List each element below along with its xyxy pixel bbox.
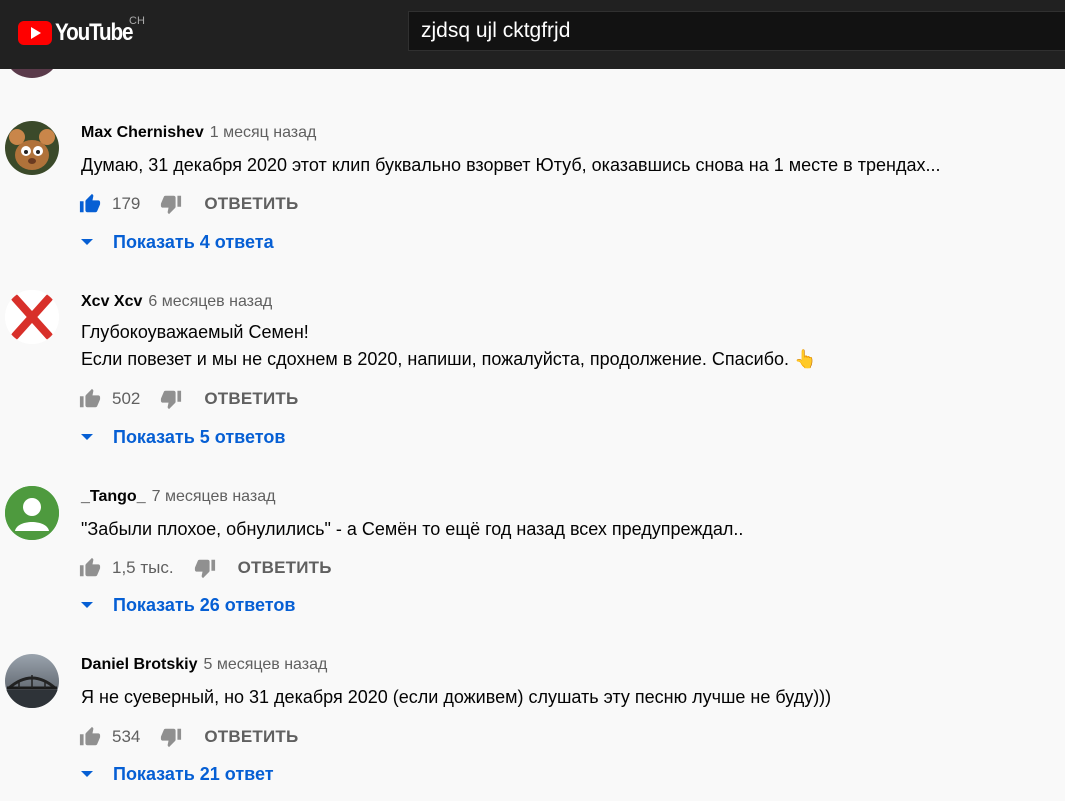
comment-time[interactable]: 1 месяц назад	[210, 124, 317, 141]
comment-line: Если повезет и мы не сдохнем в 2020, нап…	[81, 349, 817, 369]
reply-button[interactable]: ОТВЕТИТЬ	[204, 389, 298, 409]
show-replies-label: Показать 5 ответов	[113, 426, 286, 447]
chevron-down-icon	[81, 771, 93, 777]
comment-text: "Забыли плохое, обнулились" - а Семён то…	[81, 516, 743, 542]
thumbs-down-icon[interactable]	[160, 388, 182, 410]
thumbs-down-icon[interactable]	[160, 726, 182, 748]
show-replies-label: Показать 21 ответ	[113, 763, 274, 784]
author-name[interactable]: _Tango_	[81, 488, 146, 505]
thumbs-up-icon[interactable]	[79, 557, 101, 579]
show-replies-label: Показать 4 ответа	[113, 231, 274, 252]
like-count: 1,5 тыс.	[112, 558, 174, 577]
author-name[interactable]: Xcv Xcv	[81, 293, 142, 310]
avatar-cartoon[interactable]	[5, 121, 59, 175]
avatar-default-person[interactable]	[5, 486, 59, 540]
comment-actions: 1,5 тыс. ОТВЕТИТЬ	[79, 554, 332, 582]
comment-text: Глубокоуважаемый Семен! Если повезет и м…	[81, 319, 816, 373]
thumbs-down-icon[interactable]	[194, 557, 216, 579]
region-label: CH	[129, 15, 145, 27]
reply-button[interactable]: ОТВЕТИТЬ	[204, 727, 298, 747]
logo-text: YouTube	[55, 19, 134, 46]
show-replies-label: Показать 26 ответов	[113, 594, 296, 615]
like-count: 534	[112, 727, 141, 746]
like-count: 502	[112, 389, 141, 408]
comment-actions: 179 ОТВЕТИТЬ	[79, 190, 298, 218]
comment-time[interactable]: 6 месяцев назад	[148, 293, 272, 310]
comment-time[interactable]: 5 месяцев назад	[203, 656, 327, 673]
avatar-bridge-photo[interactable]	[5, 654, 59, 708]
top-bar: YouTube CH	[0, 0, 1065, 69]
author-name[interactable]: Daniel Brotskiy	[81, 656, 197, 673]
like-count: 179	[112, 194, 141, 213]
youtube-logo[interactable]: YouTube	[18, 18, 145, 48]
comment-line: Глубокоуважаемый Семен!	[81, 322, 309, 342]
search-input[interactable]	[421, 19, 1021, 43]
comment-text: Думаю, 31 декабря 2020 этот клип букваль…	[81, 152, 940, 178]
thumbs-down-icon[interactable]	[160, 193, 182, 215]
search-box[interactable]	[408, 11, 1065, 51]
show-replies-button[interactable]: Показать 21 ответ	[79, 761, 274, 787]
comment-time[interactable]: 7 месяцев назад	[152, 488, 276, 505]
thumbs-up-icon[interactable]	[79, 726, 101, 748]
show-replies-button[interactable]: Показать 4 ответа	[79, 229, 274, 255]
chevron-down-icon	[81, 239, 93, 245]
show-replies-button[interactable]: Показать 26 ответов	[79, 592, 295, 618]
reply-button[interactable]: ОТВЕТИТЬ	[238, 558, 332, 578]
avatar-red-x[interactable]	[5, 290, 59, 344]
comment-header: _Tango_ 7 месяцев назад	[81, 488, 275, 506]
reply-button[interactable]: ОТВЕТИТЬ	[204, 194, 298, 214]
comment-text: Я не суеверный, но 31 декабря 2020 (если…	[81, 684, 831, 710]
youtube-play-icon	[18, 21, 52, 45]
comment-header: Max Chernishev 1 месяц назад	[81, 124, 316, 142]
comment-line: "Забыли плохое, обнулились" - а Семён то…	[81, 519, 744, 539]
comment-header: Xcv Xcv 6 месяцев назад	[81, 293, 272, 311]
comment-actions: 534 ОТВЕТИТЬ	[79, 723, 298, 751]
comment-line: Думаю, 31 декабря 2020 этот клип букваль…	[81, 155, 941, 175]
thumbs-up-icon[interactable]	[79, 193, 101, 215]
comment-actions: 502 ОТВЕТИТЬ	[79, 385, 298, 413]
comment-line: Я не суеверный, но 31 декабря 2020 (если…	[81, 687, 832, 707]
author-name[interactable]: Max Chernishev	[81, 124, 204, 141]
chevron-down-icon	[81, 434, 93, 440]
thumbs-up-icon[interactable]	[79, 388, 101, 410]
show-replies-button[interactable]: Показать 5 ответов	[79, 424, 285, 450]
chevron-down-icon	[81, 602, 93, 608]
comment-header: Daniel Brotskiy 5 месяцев назад	[81, 656, 327, 674]
